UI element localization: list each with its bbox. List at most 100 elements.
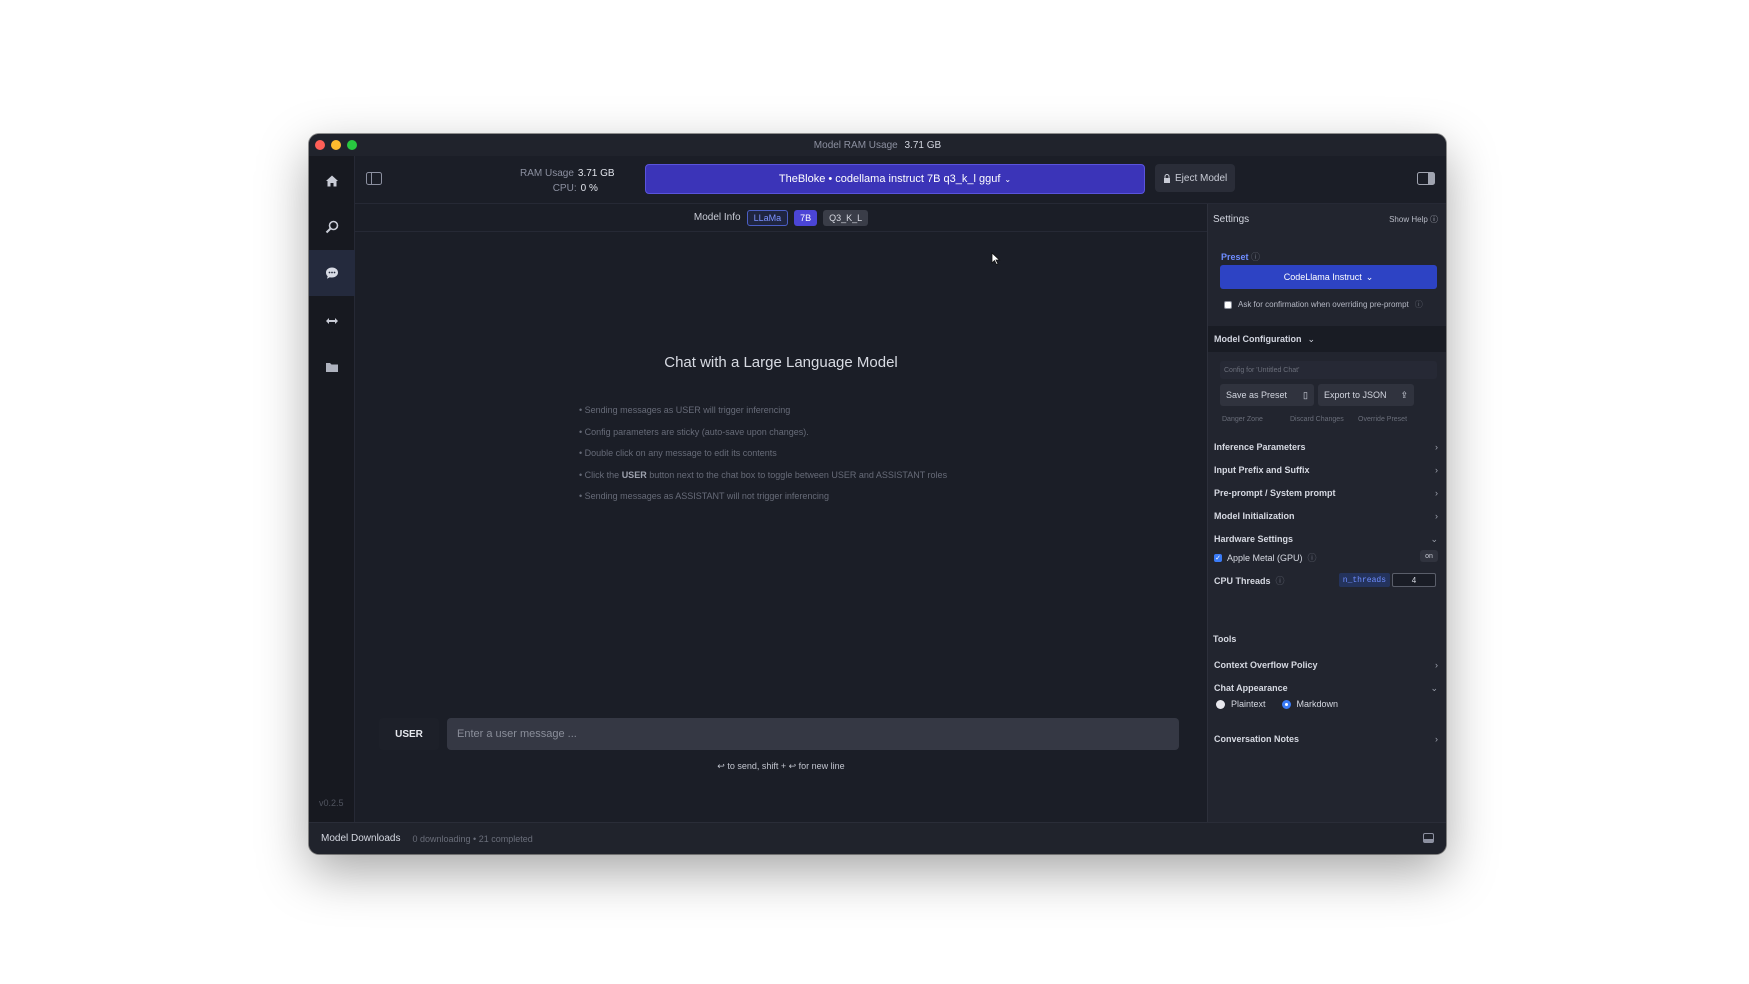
search-icon [325, 220, 339, 234]
nav-models[interactable] [309, 344, 355, 390]
section-chat-appearance[interactable]: Chat Appearance ⌄ [1208, 675, 1446, 701]
chevron-right-icon: › [1435, 734, 1438, 744]
home-icon [326, 175, 338, 187]
save-as-preset-button[interactable]: Save as Preset ▯ [1220, 384, 1314, 406]
arrows-icon [326, 318, 338, 324]
section-label: Hardware Settings [1214, 534, 1294, 544]
nav-chat[interactable] [309, 250, 355, 296]
chevron-right-icon: › [1435, 488, 1438, 498]
chevron-down-icon: ⌄ [1430, 682, 1438, 693]
cpu-value: 0 % [580, 183, 598, 194]
chevron-right-icon: › [1435, 442, 1438, 452]
nav-search[interactable] [309, 204, 355, 250]
chat-area: Model Info LLaMa 7B Q3_K_L Chat with a L… [355, 204, 1207, 822]
model-quant-tag: Q3_K_L [823, 209, 869, 226]
settings-title: Settings [1213, 214, 1250, 225]
zoom-window-button[interactable] [347, 140, 357, 150]
chat-welcome-heading: Chat with a Large Language Model [664, 354, 898, 371]
tools-heading: Tools [1213, 634, 1237, 644]
panel-bottom-icon[interactable] [1423, 833, 1434, 846]
export-json-button[interactable]: Export to JSON ⇪ [1318, 384, 1414, 406]
chevron-down-icon: ⌄ [1004, 174, 1012, 184]
section-conversation-notes[interactable]: Conversation Notes › [1208, 726, 1446, 752]
info-icon: ⓘ [1430, 215, 1438, 224]
save-as-preset-label: Save as Preset [1226, 390, 1288, 400]
chevron-down-icon: ⌄ [1365, 271, 1374, 282]
section-label: Inference Parameters [1214, 442, 1306, 452]
send-hint: ↩ to send, shift + ↩ for new line [717, 761, 845, 771]
confirm-override-label: Ask for confirmation when overriding pre… [1238, 300, 1409, 309]
model-info-label: Model Info [693, 212, 741, 223]
downloads-status: 0 downloading • 21 completed [412, 833, 533, 844]
chevron-right-icon: › [1435, 511, 1438, 521]
appearance-options: Plaintext Markdown [1216, 699, 1338, 709]
gpu-state-badge: on [1420, 550, 1438, 562]
lock-icon [1164, 173, 1170, 183]
eject-model-button[interactable]: Eject Model [1155, 164, 1236, 192]
model-name: TheBloke • codellama instruct 7B q3_k_l … [778, 173, 1001, 185]
message-input[interactable] [447, 718, 1179, 750]
chevron-down-icon: ⌄ [1430, 533, 1438, 544]
model-size-tag: 7B [794, 209, 818, 226]
danger-zone-label: Danger Zone [1222, 416, 1263, 423]
gpu-setting: ✓ Apple Metal (GPU) ⓘ [1214, 551, 1317, 564]
tip-item: Config parameters are sticky (auto-save … [579, 422, 947, 444]
chevron-down-icon: ⌄ [1307, 333, 1316, 344]
settings-panel-toggle-button[interactable] [1416, 170, 1436, 186]
ram-value: 3.71 GB [577, 168, 615, 179]
model-configuration-label: Model Configuration [1214, 334, 1302, 344]
tip-item: Sending messages as ASSISTANT will not t… [579, 486, 947, 508]
info-icon: ⓘ [1307, 553, 1317, 563]
info-icon: ⓘ [1414, 300, 1423, 309]
minimize-window-button[interactable] [331, 140, 341, 150]
show-help-button[interactable]: Show Help ⓘ [1389, 214, 1438, 225]
cpu-threads-input[interactable] [1392, 573, 1436, 587]
plaintext-label: Plaintext [1231, 699, 1266, 709]
info-icon: ⓘ [1251, 252, 1261, 262]
nav-home[interactable] [309, 158, 355, 204]
markdown-radio[interactable] [1281, 699, 1291, 709]
app-version: v0.2.5 [319, 798, 344, 808]
section-label: Conversation Notes [1214, 734, 1300, 744]
nav-server[interactable] [309, 298, 355, 344]
model-select-dropdown[interactable]: TheBloke • codellama instruct 7B q3_k_l … [645, 164, 1145, 194]
window-controls [315, 140, 357, 150]
window-title: Model RAM Usage 3.71 GB [813, 139, 942, 151]
chevron-right-icon: › [1435, 660, 1438, 670]
chat-icon [326, 267, 338, 279]
gpu-label: Apple Metal (GPU) [1227, 552, 1303, 563]
model-configuration-toggle[interactable]: Model Configuration ⌄ [1208, 326, 1446, 352]
sidebar-toggle-button[interactable] [363, 169, 385, 187]
preset-dropdown[interactable]: CodeLlama Instruct ⌄ [1220, 265, 1437, 289]
section-label: Chat Appearance [1214, 683, 1288, 693]
downloads-footer[interactable]: Model Downloads 0 downloading • 21 compl… [309, 822, 1446, 854]
override-preset-button[interactable]: Override Preset [1358, 416, 1407, 423]
model-arch-tag: LLaMa [746, 209, 789, 226]
folder-icon [326, 363, 338, 372]
confirm-override-checkbox[interactable] [1224, 300, 1232, 309]
downloads-label: Model Downloads [321, 833, 401, 844]
settings-panel: Settings Show Help ⓘ Preset ⓘ CodeLlama … [1207, 204, 1446, 822]
export-json-label: Export to JSON [1324, 390, 1387, 400]
nav-rail: v0.2.5 [309, 156, 355, 822]
sidebar-icon [366, 171, 382, 185]
close-window-button[interactable] [315, 140, 325, 150]
upload-icon: ⇪ [1400, 389, 1408, 400]
document-icon: ▯ [1303, 389, 1308, 400]
config-for-label: Config for 'Untitled Chat' [1220, 361, 1437, 379]
role-toggle-button[interactable]: USER [379, 718, 439, 750]
panel-right-icon [1417, 171, 1435, 185]
gpu-checkbox[interactable]: ✓ [1214, 553, 1222, 562]
top-bar: RAM Usage 3.71 GB CPU: 0 % TheBloke • code… [355, 156, 1446, 204]
discard-changes-button[interactable]: Discard Changes [1290, 416, 1344, 423]
section-label: Pre-prompt / System prompt [1214, 488, 1336, 498]
confirm-override-option[interactable]: Ask for confirmation when overriding pre… [1224, 299, 1423, 310]
chat-tips: Sending messages as USER will trigger in… [579, 400, 947, 508]
mouse-cursor-icon [991, 252, 1001, 268]
section-hardware-settings[interactable]: Hardware Settings ⌄ [1208, 526, 1446, 552]
cpu-label: CPU: [552, 183, 577, 194]
tip-item: Click the USER button next to the chat b… [579, 465, 947, 487]
tip-item: Double click on any message to edit its … [579, 443, 947, 465]
plaintext-radio[interactable] [1216, 699, 1225, 709]
section-label: Model Initialization [1214, 511, 1295, 521]
